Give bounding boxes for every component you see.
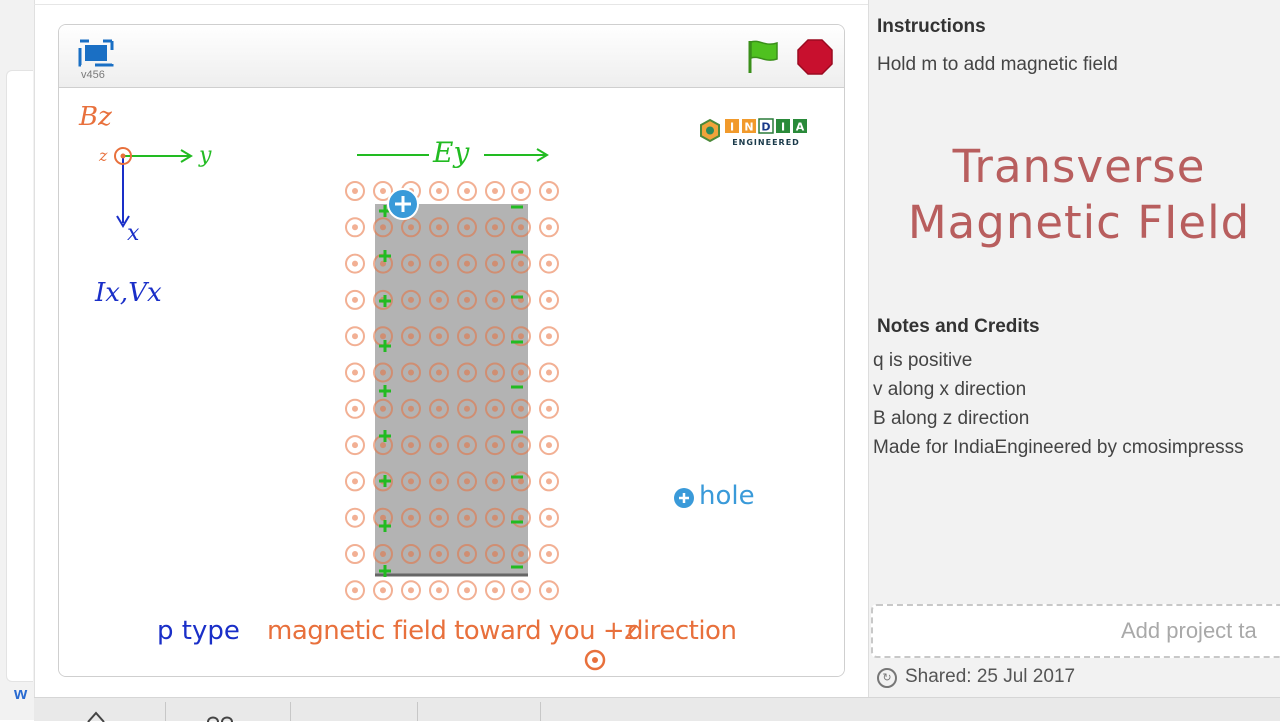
y-axis-label: y bbox=[199, 143, 212, 168]
field-dot bbox=[511, 580, 531, 601]
field-dot bbox=[373, 580, 393, 601]
field-dot bbox=[539, 471, 559, 492]
field-dot bbox=[539, 544, 559, 564]
field-dot bbox=[511, 181, 531, 201]
left-panel-edge bbox=[6, 70, 33, 682]
version-label: v456 bbox=[81, 69, 105, 81]
field-dot bbox=[539, 507, 559, 528]
field-dot bbox=[539, 181, 559, 201]
bar-divider bbox=[540, 702, 541, 721]
title-line-2: Magnetic FIeld bbox=[907, 196, 1251, 249]
bar-divider bbox=[417, 702, 418, 721]
field-dot bbox=[345, 435, 365, 456]
note-line: B along z direction bbox=[873, 408, 1030, 429]
svg-text:A: A bbox=[796, 121, 805, 134]
fullscreen-icon[interactable] bbox=[75, 37, 117, 71]
stop-icon[interactable] bbox=[797, 39, 833, 75]
field-dot bbox=[345, 181, 365, 201]
bottom-action-bar bbox=[34, 697, 1280, 722]
notes-heading: Notes and Credits bbox=[877, 316, 1040, 337]
p-type-label: p type bbox=[157, 616, 240, 646]
instructions-text: Hold m to add magnetic field bbox=[877, 54, 1118, 75]
svg-text:I: I bbox=[781, 121, 785, 134]
favorite-icon[interactable] bbox=[204, 714, 244, 722]
field-dot bbox=[345, 471, 365, 492]
stage-drawing: I N D I A ENGINEERED bbox=[114, 118, 807, 671]
field-dot bbox=[345, 217, 365, 238]
svg-text:N: N bbox=[744, 121, 753, 134]
project-player: v456 I N D I A ENGINEERED Bz z y x Ix,Vx… bbox=[58, 24, 845, 677]
hole-legend-label: hole bbox=[699, 481, 755, 511]
project-tags-field[interactable]: Add project ta bbox=[871, 604, 1280, 658]
field-dot bbox=[485, 580, 505, 601]
field-dot bbox=[485, 181, 505, 201]
stage[interactable]: I N D I A ENGINEERED Bz z y x Ix,Vx Ey h… bbox=[59, 88, 844, 676]
svg-text:I: I bbox=[730, 121, 734, 134]
svg-text:D: D bbox=[761, 121, 770, 134]
share-icon: ↻ bbox=[877, 668, 897, 688]
love-icon[interactable] bbox=[84, 710, 108, 722]
field-dot bbox=[429, 181, 449, 201]
field-dot bbox=[345, 362, 365, 383]
field-dot bbox=[345, 289, 365, 310]
bz-label: Bz bbox=[79, 102, 112, 132]
field-dot bbox=[539, 253, 559, 274]
field-dot bbox=[539, 435, 559, 456]
field-dot bbox=[345, 507, 365, 528]
field-dot bbox=[345, 580, 365, 601]
field-dot bbox=[345, 544, 365, 564]
instructions-heading: Instructions bbox=[877, 16, 986, 37]
title-line-1: Transverse bbox=[952, 140, 1206, 193]
direction-label: direction bbox=[627, 616, 737, 646]
player-controls-bar: v456 bbox=[59, 25, 844, 88]
field-dot bbox=[429, 580, 449, 601]
x-axis-label: x bbox=[127, 221, 140, 246]
field-dot bbox=[457, 181, 477, 201]
top-divider bbox=[34, 0, 868, 5]
note-line: Made for IndiaEngineered by cmosimpresss bbox=[873, 437, 1244, 458]
tags-placeholder: Add project ta bbox=[1121, 618, 1257, 643]
field-dot bbox=[345, 398, 365, 419]
bar-divider bbox=[290, 702, 291, 721]
note-line: v along x direction bbox=[873, 379, 1027, 400]
field-dot bbox=[539, 580, 559, 601]
field-dot bbox=[401, 580, 421, 601]
ey-label: Ey bbox=[433, 136, 470, 169]
field-dot bbox=[457, 580, 477, 601]
field-dot bbox=[539, 362, 559, 383]
semiconductor-slab bbox=[375, 204, 528, 575]
field-dot bbox=[539, 217, 559, 238]
field-dot bbox=[345, 326, 365, 347]
gutter-letter: w bbox=[14, 684, 28, 703]
svg-text:ENGINEERED: ENGINEERED bbox=[732, 138, 800, 147]
z-axis-label: z bbox=[99, 146, 108, 165]
field-dot bbox=[539, 326, 559, 347]
project-notes-panel: Instructions Hold m to add magnetic fiel… bbox=[868, 0, 1280, 720]
field-dot bbox=[539, 398, 559, 419]
bar-divider bbox=[165, 702, 166, 721]
left-gutter: w bbox=[0, 0, 34, 720]
ix-vx-label: Ix,Vx bbox=[95, 278, 162, 308]
note-line: q is positive bbox=[873, 350, 973, 371]
shared-date: ↻ Shared: 25 Jul 2017 bbox=[877, 666, 1075, 688]
shared-label: Shared: 25 Jul 2017 bbox=[905, 666, 1076, 687]
india-engineered-logo: I N D I A ENGINEERED bbox=[700, 118, 807, 147]
field-dot bbox=[345, 253, 365, 274]
green-flag-icon[interactable] bbox=[743, 37, 783, 77]
field-caption: magnetic field toward you +z bbox=[267, 616, 638, 646]
field-dot bbox=[539, 289, 559, 310]
